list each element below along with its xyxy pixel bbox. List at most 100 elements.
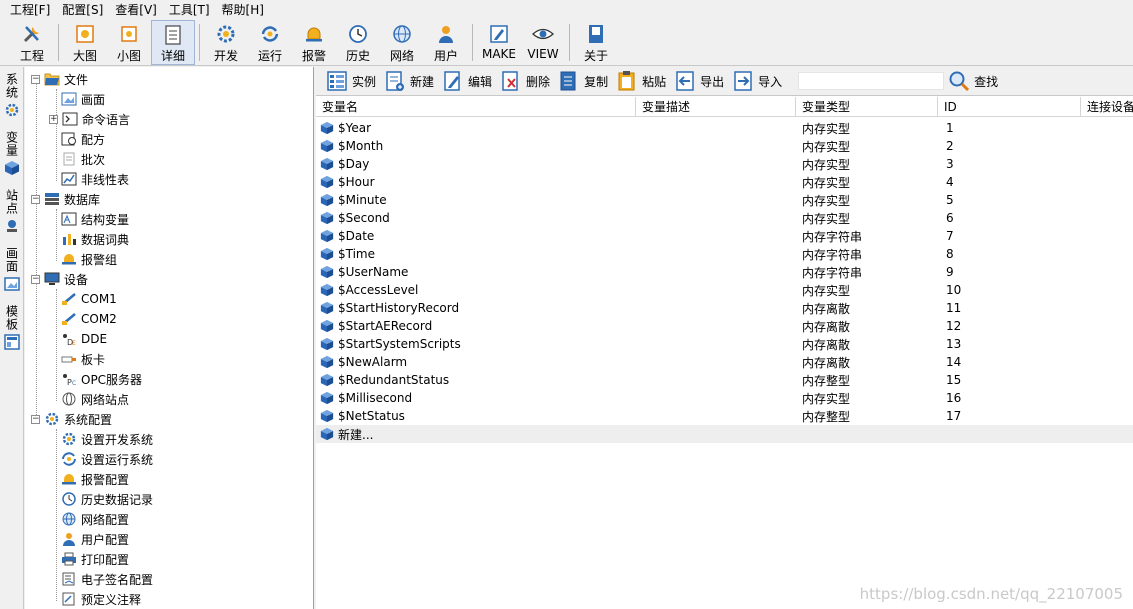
table-row[interactable]: $StartSystemScripts 内存离散 13 <box>316 335 1133 353</box>
column-header-id[interactable]: ID <box>938 97 1081 117</box>
variable-name: $Millisecond <box>338 391 413 405</box>
menu-config[interactable]: 配置[S] <box>56 0 109 20</box>
toolbar-make-button[interactable]: MAKE <box>477 20 521 65</box>
tree-node-user-config[interactable]: 用户配置 <box>61 529 129 549</box>
history-clock-icon <box>347 23 369 45</box>
delete-button[interactable]: 删除 <box>500 70 550 92</box>
tree-node-dev-settings[interactable]: 设置开发系统 <box>61 429 153 449</box>
export-button[interactable]: 导出 <box>674 70 724 92</box>
find-button[interactable]: 查找 <box>948 70 998 92</box>
table-row[interactable]: $Second 内存实型 6 <box>316 209 1133 227</box>
table-row[interactable]: $Hour 内存实型 4 <box>316 173 1133 191</box>
variable-type: 内存离散 <box>802 337 851 352</box>
toolbar-about-button[interactable]: 关于 <box>574 20 618 65</box>
table-row[interactable]: $Day 内存实型 3 <box>316 155 1133 173</box>
collapse-toggle[interactable]: − <box>31 414 40 424</box>
collapse-toggle[interactable]: − <box>31 274 40 284</box>
collapse-toggle[interactable]: − <box>31 194 40 204</box>
column-header-device[interactable]: 连接设备 <box>1081 97 1133 117</box>
menu-help[interactable]: 帮助[H] <box>216 0 270 20</box>
tree-node-recipe[interactable]: 配方 <box>61 129 105 149</box>
toolbar-large-icons-button[interactable]: 大图 <box>63 20 107 65</box>
table-row[interactable]: $Millisecond 内存实型 16 <box>316 389 1133 407</box>
toolbar-details-button[interactable]: 详细 <box>151 20 195 65</box>
tree-node-predefined-comments[interactable]: 预定义注释 <box>61 589 141 609</box>
table-row[interactable]: $Year 内存实型 1 <box>316 119 1133 137</box>
serial-cable-icon <box>61 311 77 327</box>
menu-view[interactable]: 查看[V] <box>109 0 163 20</box>
new-button[interactable]: 新建 <box>384 70 434 92</box>
vtab-system[interactable]: 系统 <box>2 73 22 118</box>
tree-node-database[interactable]: − 数据库 <box>31 189 100 209</box>
table-row[interactable]: $RedundantStatus 内存整型 15 <box>316 371 1133 389</box>
tree-node-system-config[interactable]: − 系统配置 <box>31 409 112 429</box>
tree-node-opc-server[interactable]: PC OPC服务器 <box>61 369 142 389</box>
tree-node-device[interactable]: − 设备 <box>31 269 88 289</box>
tree-node-file[interactable]: − 文件 <box>31 69 88 89</box>
search-input[interactable] <box>798 72 945 90</box>
vtab-stations[interactable]: 站点 <box>2 189 22 234</box>
toolbar-develop-button[interactable]: 开发 <box>204 20 248 65</box>
tree-node-struct-variable[interactable]: 结构变量 <box>61 209 129 229</box>
menu-project[interactable]: 工程[F] <box>4 0 56 20</box>
variable-name-cell: $AccessLevel <box>316 283 636 297</box>
new-variable-row[interactable]: 新建... <box>316 425 1133 443</box>
toolbar-view-button[interactable]: VIEW <box>521 20 565 65</box>
toolbar-alarm-button[interactable]: 报警 <box>292 20 336 65</box>
table-row[interactable]: $UserName 内存字符串 9 <box>316 263 1133 281</box>
tree-node-com1[interactable]: COM1 <box>61 289 117 309</box>
tree-node-nonlinear-table[interactable]: 非线性表 <box>61 169 129 189</box>
table-row[interactable]: $Month 内存实型 2 <box>316 137 1133 155</box>
tree-node-com2[interactable]: COM2 <box>61 309 117 329</box>
tree-node-data-dictionary[interactable]: 数据词典 <box>61 229 129 249</box>
copy-button[interactable]: 复制 <box>558 70 608 92</box>
vtab-screens[interactable]: 画面 <box>2 247 22 292</box>
toolbar-small-icons-button[interactable]: 小图 <box>107 20 151 65</box>
table-row[interactable]: $NewAlarm 内存离散 14 <box>316 353 1133 371</box>
dde-icon: DE <box>61 331 77 347</box>
import-button[interactable]: 导入 <box>732 70 782 92</box>
vtab-templates[interactable]: 模板 <box>2 305 22 350</box>
tree-node-history-record[interactable]: 历史数据记录 <box>61 489 153 509</box>
paste-button[interactable]: 粘贴 <box>616 70 666 92</box>
column-header-name[interactable]: 变量名 <box>316 97 636 117</box>
export-label: 导出 <box>700 74 725 89</box>
tree-node-alarm-config[interactable]: 报警配置 <box>61 469 129 489</box>
toolbar-history-button[interactable]: 历史 <box>336 20 380 65</box>
table-row[interactable]: $AccessLevel 内存实型 10 <box>316 281 1133 299</box>
tree-node-alarm-group[interactable]: 报警组 <box>61 249 117 269</box>
table-row[interactable]: $StartHistoryRecord 内存离散 11 <box>316 299 1133 317</box>
table-row[interactable]: $NetStatus 内存整型 17 <box>316 407 1133 425</box>
tree-node-esign-config[interactable]: 电子签名配置 <box>61 569 153 589</box>
tree-node-batch[interactable]: 批次 <box>61 149 105 169</box>
collapse-toggle[interactable]: − <box>31 74 40 84</box>
column-header-type[interactable]: 变量类型 <box>796 97 938 117</box>
instance-button[interactable]: 实例 <box>326 70 376 92</box>
variable-id: 5 <box>946 193 954 207</box>
column-header-description[interactable]: 变量描述 <box>636 97 796 117</box>
toolbar-run-button[interactable]: 运行 <box>248 20 292 65</box>
vtab-variables[interactable]: 变量 <box>2 131 22 176</box>
table-row[interactable]: $StartAERecord 内存离散 12 <box>316 317 1133 335</box>
table-row[interactable]: $Time 内存字符串 8 <box>316 245 1133 263</box>
menu-tools[interactable]: 工具[T] <box>163 0 216 20</box>
tree-node-board[interactable]: 板卡 <box>61 349 105 369</box>
tree-node-dde[interactable]: DE DDE <box>61 329 107 349</box>
tree-node-network-config[interactable]: 网络配置 <box>61 509 129 529</box>
tree-node-command-language[interactable]: + 命令语言 <box>49 109 130 129</box>
toolbar-user-button[interactable]: 用户 <box>424 20 468 65</box>
vtab-label: 系统 <box>4 73 19 99</box>
table-row[interactable]: $Date 内存字符串 7 <box>316 227 1133 245</box>
tree-node-runtime-settings[interactable]: 设置运行系统 <box>61 449 153 469</box>
tree-node-screens[interactable]: 画面 <box>61 89 105 109</box>
tree-label: 非线性表 <box>81 172 130 187</box>
table-row[interactable]: $Minute 内存实型 5 <box>316 191 1133 209</box>
tree-node-network-station[interactable]: 网络站点 <box>61 389 129 409</box>
tree-label: 命令语言 <box>82 112 131 127</box>
tree-node-print-config[interactable]: 打印配置 <box>61 549 129 569</box>
edit-button[interactable]: 编辑 <box>442 70 492 92</box>
toolbar-project-button[interactable]: 工程 <box>10 20 54 65</box>
expand-toggle[interactable]: + <box>49 114 58 124</box>
toolbar-network-button[interactable]: 网络 <box>380 20 424 65</box>
tools-icon <box>21 23 43 45</box>
